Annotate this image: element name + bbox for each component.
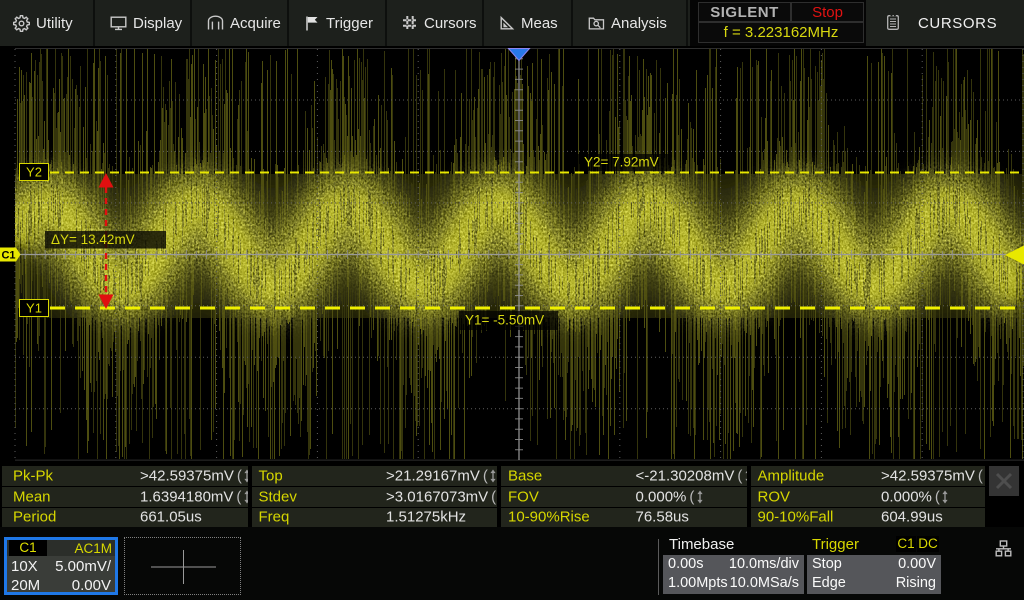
svg-text:Y2: Y2 (26, 165, 42, 180)
svg-text:ΔY= 13.42mV: ΔY= 13.42mV (51, 232, 135, 247)
svg-text:C1: C1 (1, 250, 15, 262)
svg-text:Y1= -5.50mV: Y1= -5.50mV (465, 313, 544, 328)
svg-text:Y1: Y1 (26, 301, 42, 316)
svg-text:Y2= 7.92mV: Y2= 7.92mV (584, 155, 659, 170)
